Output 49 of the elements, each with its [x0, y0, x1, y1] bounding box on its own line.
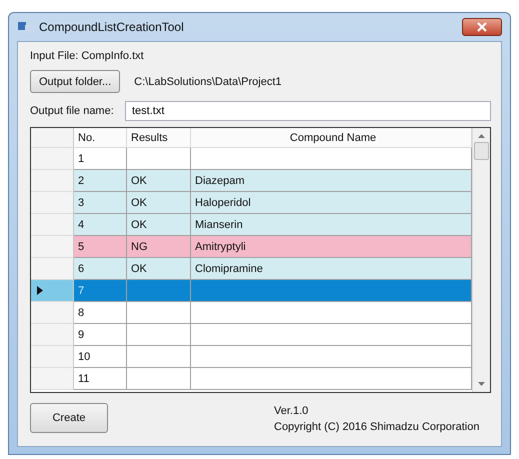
output-file-label: Output file name:	[30, 105, 115, 117]
output-file-field[interactable]: test.txt	[125, 101, 491, 121]
table-cell: 8	[74, 302, 127, 324]
window-title: CompoundListCreationTool	[39, 20, 184, 34]
table-cell: OK	[127, 192, 191, 214]
table-cell: 2	[74, 170, 127, 192]
scroll-up-icon[interactable]	[478, 134, 485, 138]
table-cell: OK	[127, 214, 191, 236]
input-file-label: Input File: CompInfo.txt	[30, 50, 145, 62]
table-cell: 4	[74, 214, 127, 236]
table-cell: OK	[127, 170, 191, 192]
close-button[interactable]	[462, 18, 502, 36]
scroll-down-icon[interactable]	[478, 382, 485, 386]
column-header[interactable]: No.	[74, 128, 127, 148]
table-cell: 3	[74, 192, 127, 214]
table-cell	[127, 280, 191, 302]
output-folder-button[interactable]: Output folder...	[30, 70, 120, 93]
table-cell: 6	[74, 258, 127, 280]
table-cell: Clomipramine	[191, 258, 472, 280]
table-cell	[127, 368, 191, 390]
table-cell	[127, 148, 191, 170]
table-cell: Amitryptyli	[191, 236, 472, 258]
column-header[interactable]: Results	[127, 128, 191, 148]
column-header[interactable]: Compound Name	[191, 128, 472, 148]
output-folder-path: C:\LabSolutions\Data\Project1	[134, 76, 282, 88]
table-cell: NG	[127, 236, 191, 258]
scroll-thumb[interactable]	[474, 142, 489, 160]
close-icon	[476, 22, 488, 32]
table-cell: Haloperidol	[191, 192, 472, 214]
table-cell	[127, 346, 191, 368]
table-cell: 10	[74, 346, 127, 368]
app-icon	[17, 20, 35, 34]
row-header[interactable]	[31, 280, 74, 302]
table-cell: 7	[74, 280, 127, 302]
table-cell: OK	[127, 258, 191, 280]
version-label: Ver.1.0	[274, 405, 310, 417]
create-button[interactable]: Create	[30, 403, 108, 433]
table-cell	[127, 324, 191, 346]
table-cell: 5	[74, 236, 127, 258]
table-cell: Mianserin	[191, 214, 472, 236]
table-cell: 9	[74, 324, 127, 346]
table-cell	[127, 302, 191, 324]
table-cell: 11	[74, 368, 127, 390]
vertical-scrollbar[interactable]	[472, 128, 490, 392]
table-cell: Diazepam	[191, 170, 472, 192]
table-cell: 1	[74, 148, 127, 170]
copyright-label: Copyright (C) 2016 Shimadzu Corporation	[274, 421, 480, 433]
grid-corner-cell[interactable]	[31, 128, 74, 148]
row-pointer-icon	[37, 286, 43, 295]
